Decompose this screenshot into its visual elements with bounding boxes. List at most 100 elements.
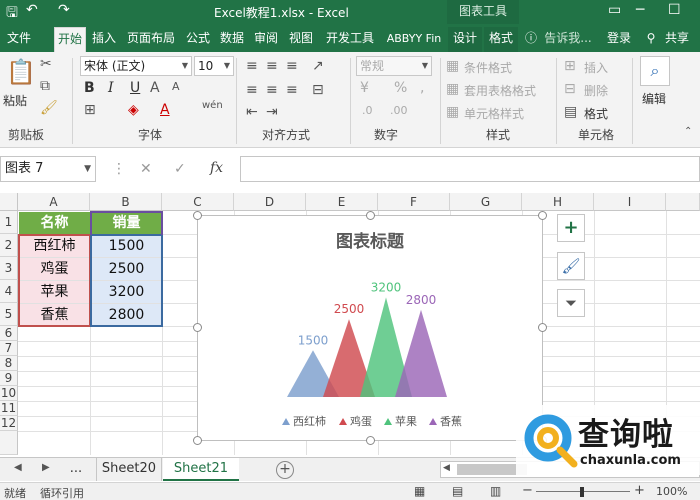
row-header-1[interactable]: 1 — [0, 211, 18, 234]
select-all-corner[interactable] — [0, 193, 18, 211]
increase-decimal-icon[interactable]: .0 — [362, 104, 373, 117]
chart-elements-button[interactable]: + — [557, 214, 585, 242]
scroll-left-arrow-icon[interactable]: ◀ — [443, 463, 450, 473]
scroll-right-icon[interactable]: ▶ — [42, 462, 50, 473]
cell-b4[interactable]: 3200 — [91, 281, 162, 303]
data-label-1[interactable]: 1500 — [298, 333, 329, 347]
zoom-level[interactable]: 100% — [656, 485, 687, 498]
resize-handle[interactable] — [193, 436, 202, 445]
align-left-icon[interactable]: ≡ — [246, 82, 258, 98]
tab-developer[interactable]: 开发工具 — [320, 27, 380, 52]
data-label-2[interactable]: 2500 — [334, 302, 365, 316]
row-header-5[interactable]: 5 — [0, 303, 18, 326]
row-header-partial[interactable] — [0, 431, 18, 455]
sheet-tab-sheet20[interactable]: Sheet20 — [96, 458, 162, 481]
cell-a1[interactable]: 名称 — [19, 212, 90, 234]
page-break-view-icon[interactable]: ▥ — [490, 484, 501, 498]
chart-bar-4[interactable] — [395, 309, 447, 397]
chart-styles-button[interactable]: 🖌 — [557, 252, 585, 280]
tab-review[interactable]: 审阅 — [250, 27, 282, 52]
cell-b1[interactable]: 销量 — [91, 212, 162, 234]
share-button[interactable]: 共享 — [658, 27, 696, 52]
row-header-2[interactable]: 2 — [0, 234, 18, 257]
percent-button[interactable]: % — [394, 80, 407, 96]
number-format-select[interactable]: 常规 ▼ — [356, 56, 432, 76]
font-color-icon[interactable]: A — [160, 102, 170, 118]
row-header-7[interactable]: 7 — [0, 341, 18, 356]
search-icon[interactable]: ⌕ — [640, 56, 670, 86]
undo-icon[interactable]: ↶ — [26, 2, 38, 18]
cell-a4[interactable]: 苹果 — [19, 281, 90, 303]
cell-b5[interactable]: 2800 — [91, 304, 162, 326]
column-header-f[interactable]: F — [378, 193, 450, 211]
column-header-b[interactable]: B — [90, 193, 162, 211]
data-label-4[interactable]: 2800 — [406, 293, 437, 307]
column-header-a[interactable]: A — [18, 193, 90, 211]
data-label-3[interactable]: 3200 — [371, 280, 402, 294]
font-shrink-icon[interactable]: A — [172, 80, 180, 93]
borders-icon[interactable]: ⊞ — [84, 102, 96, 118]
align-bottom-icon[interactable]: ≡ — [286, 58, 298, 74]
column-header-d[interactable]: D — [234, 193, 306, 211]
tab-abbyy[interactable]: ABBYY Fin — [382, 27, 446, 52]
row-header-8[interactable]: 8 — [0, 356, 18, 371]
cell-a5[interactable]: 香蕉 — [19, 304, 90, 326]
row-header-3[interactable]: 3 — [0, 257, 18, 280]
merge-icon[interactable]: ⊟ — [312, 82, 324, 98]
tab-view[interactable]: 视图 — [284, 27, 318, 52]
delete-cells-button[interactable]: 删除 — [584, 82, 608, 99]
normal-view-icon[interactable]: ▦ — [414, 484, 425, 498]
zoom-slider-thumb[interactable] — [580, 487, 584, 497]
phonetic-icon[interactable]: wén — [202, 100, 223, 111]
row-header-4[interactable]: 4 — [0, 280, 18, 303]
tab-home[interactable]: 开始 — [54, 27, 86, 52]
currency-icon[interactable]: ¥ — [360, 80, 369, 96]
enter-button[interactable]: ✓ — [174, 161, 186, 177]
align-top-icon[interactable]: ≡ — [246, 58, 258, 74]
tab-page-layout[interactable]: 页面布局 — [122, 27, 180, 52]
tab-data[interactable]: 数据 — [216, 27, 248, 52]
tab-file[interactable]: 文件 — [4, 27, 34, 52]
indent-decrease-icon[interactable]: ⇤ — [246, 104, 258, 120]
insert-function-button[interactable]: fx — [210, 160, 223, 176]
row-header-6[interactable]: 6 — [0, 326, 18, 341]
resize-handle[interactable] — [538, 323, 547, 332]
fill-color-icon[interactable]: ◈ — [128, 102, 139, 118]
resize-handle[interactable] — [538, 211, 547, 220]
redo-icon[interactable]: ↷ — [58, 2, 70, 18]
tab-formulas[interactable]: 公式 — [182, 27, 214, 52]
status-circular-ref[interactable]: 循环引用 — [40, 485, 84, 500]
tab-insert[interactable]: 插入 — [88, 27, 120, 52]
row-header-11[interactable]: 11 — [0, 401, 18, 416]
tab-design[interactable]: 设计 — [448, 27, 482, 52]
scroll-left-icon[interactable]: ◀ — [14, 462, 22, 473]
resize-handle[interactable] — [193, 323, 202, 332]
align-center-icon[interactable]: ≡ — [266, 82, 278, 98]
cell-a2[interactable]: 西红柿 — [19, 235, 90, 257]
more-sheets-button[interactable]: ... — [62, 458, 90, 481]
row-header-9[interactable]: 9 — [0, 371, 18, 386]
align-middle-icon[interactable]: ≡ — [266, 58, 278, 74]
insert-cells-button[interactable]: 插入 — [584, 59, 608, 76]
chart-area[interactable]: 图表标题 1500 2500 3200 2800 西红柿 鸡蛋 苹果 香蕉 — [197, 215, 543, 441]
align-right-icon[interactable]: ≡ — [286, 82, 298, 98]
ribbon-display-icon[interactable]: ▭ — [608, 2, 621, 18]
cell-b3[interactable]: 2500 — [91, 258, 162, 280]
column-header-g[interactable]: G — [450, 193, 522, 211]
zoom-out-button[interactable]: − — [522, 483, 533, 498]
formula-input[interactable] — [240, 156, 700, 182]
format-as-table-button[interactable]: 套用表格格式 — [464, 82, 536, 99]
indent-increase-icon[interactable]: ⇥ — [266, 104, 278, 120]
resize-handle[interactable] — [366, 211, 375, 220]
name-box[interactable]: 图表 7 ▼ — [0, 156, 96, 182]
resize-handle[interactable] — [193, 211, 202, 220]
cancel-button[interactable]: ✕ — [140, 161, 152, 177]
page-layout-view-icon[interactable]: ▤ — [452, 484, 463, 498]
paste-button[interactable]: 粘贴 — [3, 92, 27, 109]
underline-button[interactable]: U — [130, 80, 140, 96]
tab-format[interactable]: 格式 — [484, 27, 518, 52]
column-header-c[interactable]: C — [162, 193, 234, 211]
font-name-select[interactable]: 宋体 (正文) ▼ — [80, 56, 192, 76]
orientation-icon[interactable]: ↗ — [312, 58, 324, 74]
format-painter-icon[interactable]: 🖌 — [40, 100, 58, 116]
